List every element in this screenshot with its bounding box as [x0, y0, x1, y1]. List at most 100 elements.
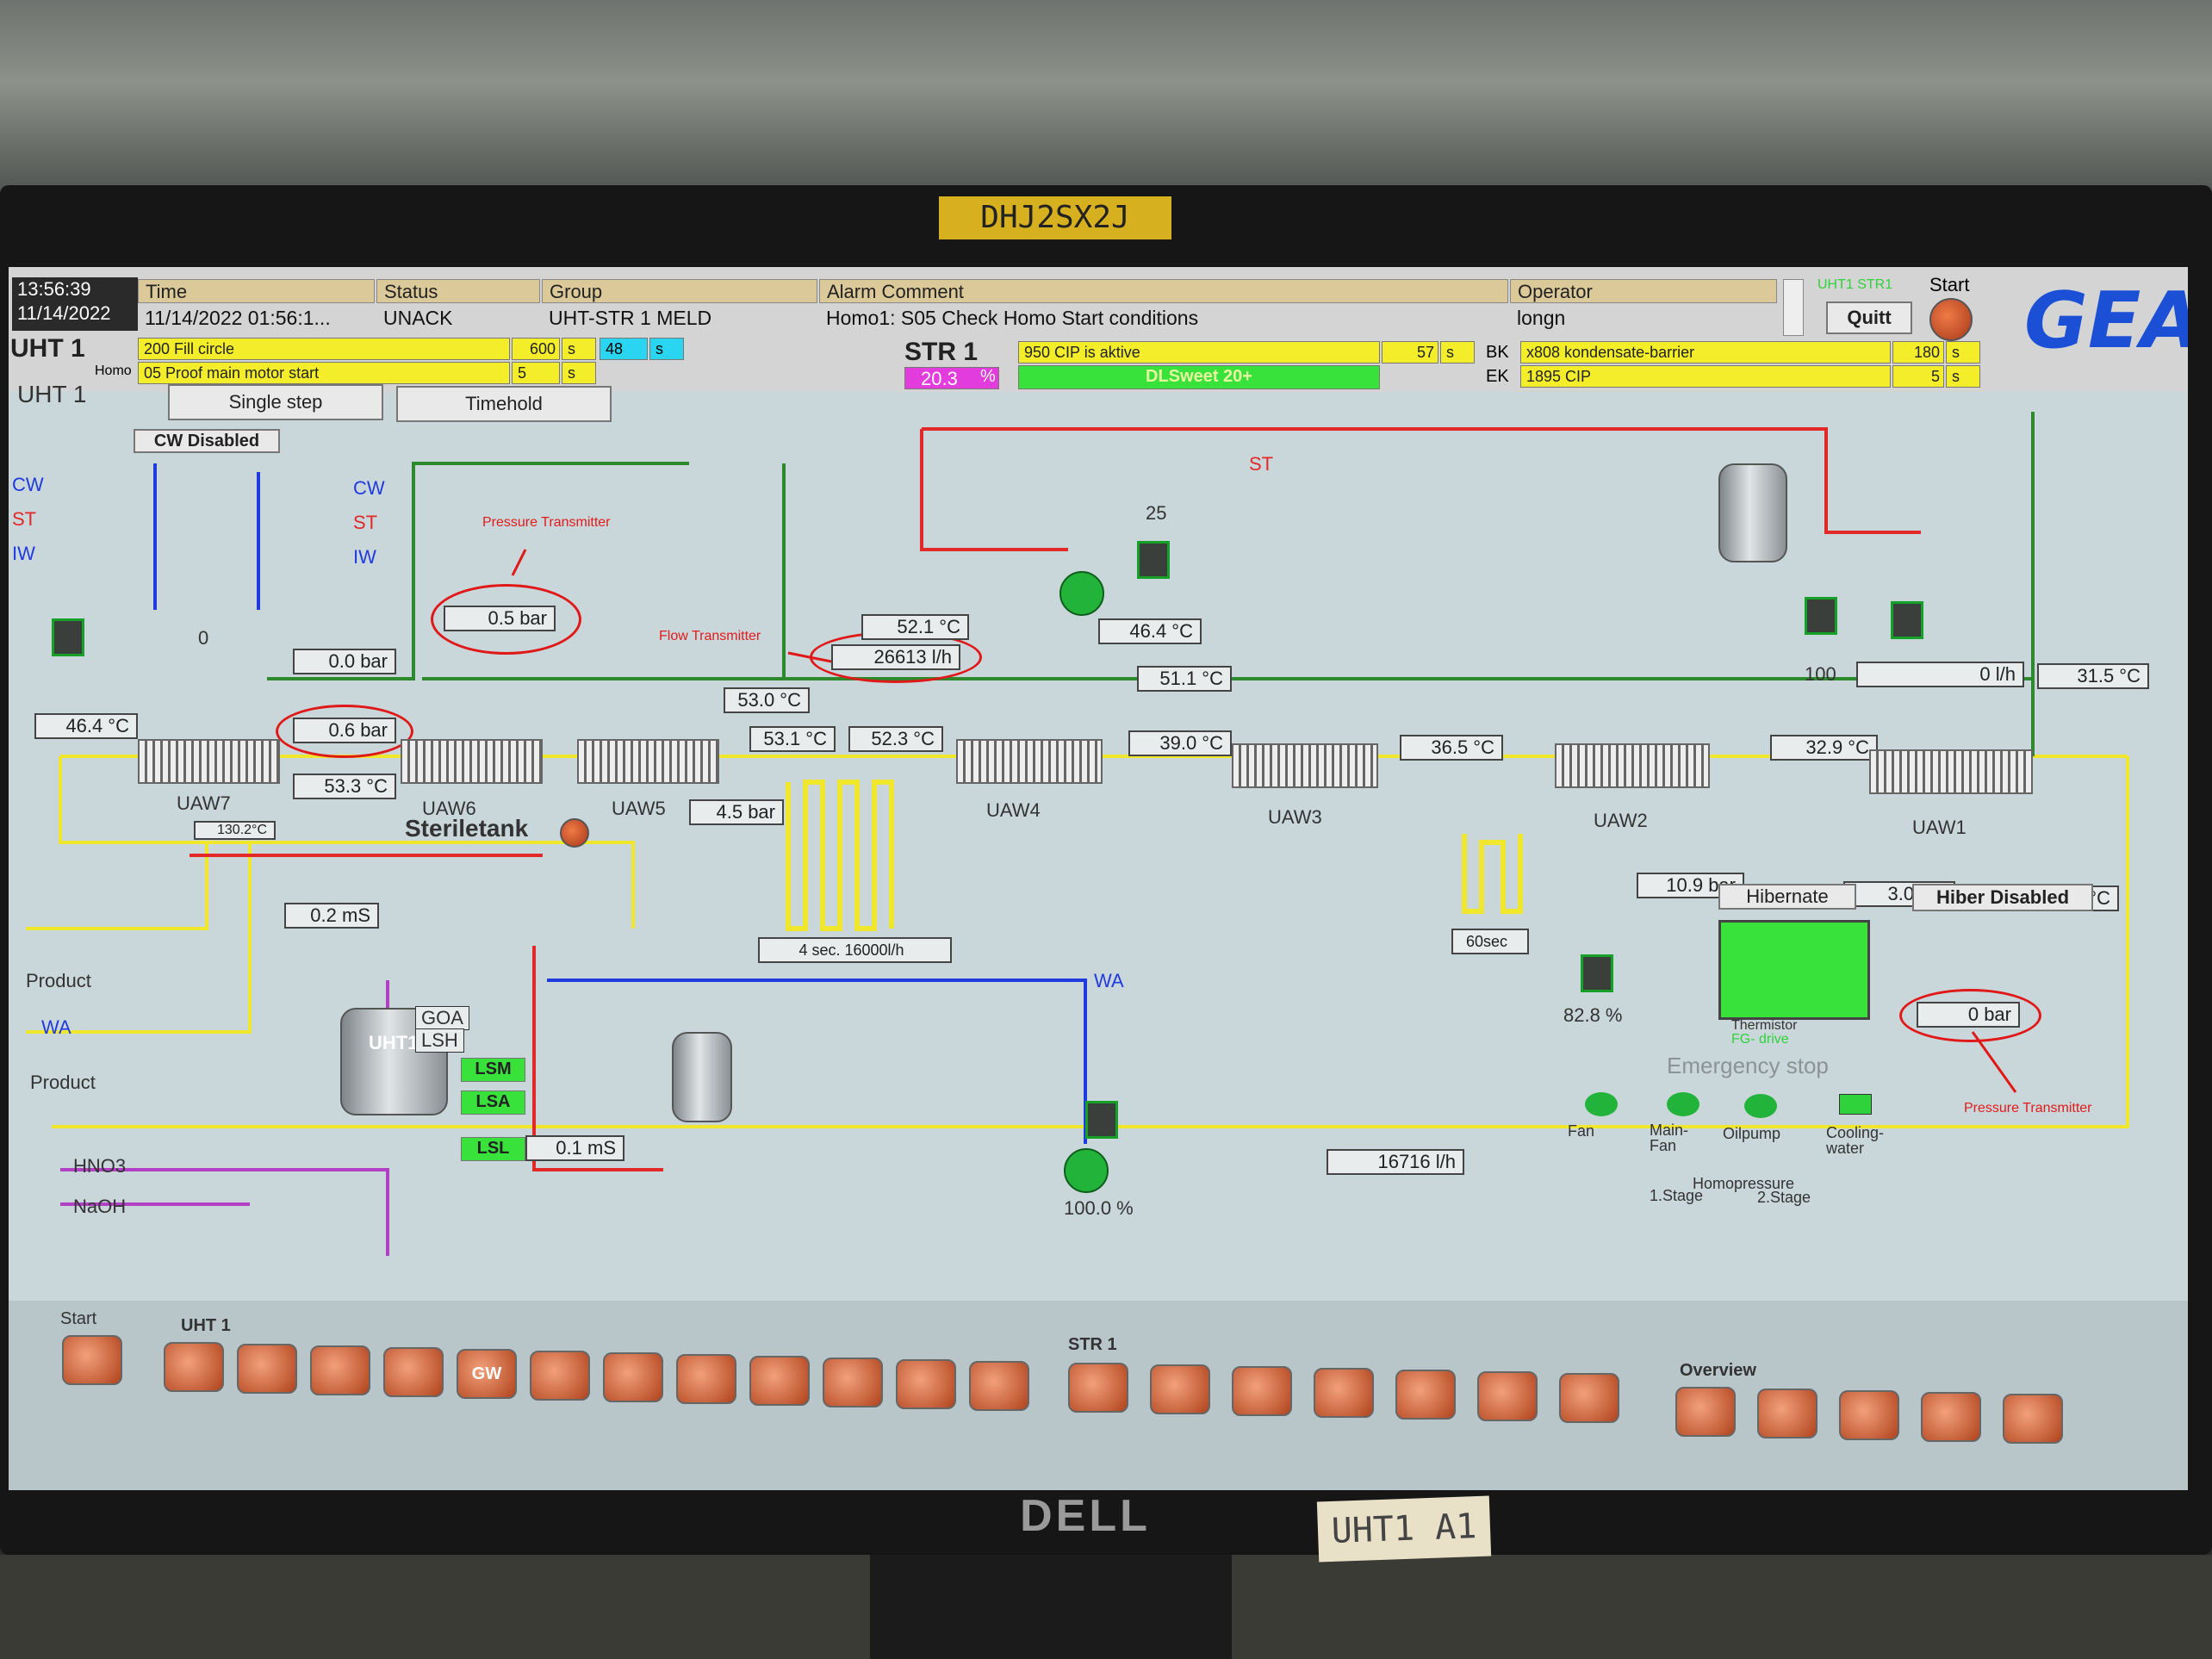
col-time[interactable]: Time — [138, 279, 375, 303]
uht1-nav-button-11[interactable] — [896, 1359, 956, 1409]
hiber-disabled-badge[interactable]: Hiber Disabled — [1912, 884, 2093, 911]
reading-t-52-3[interactable]: 52.3 °C — [848, 726, 943, 752]
str1-nav-button-2[interactable] — [1150, 1364, 1210, 1414]
col-group[interactable]: Group — [542, 279, 817, 303]
alarm-comment[interactable]: Homo1: S05 Check Homo Start conditions — [819, 305, 1508, 331]
start-button[interactable] — [1929, 298, 1973, 341]
exchanger-uaw1[interactable] — [1869, 749, 2033, 794]
homogenizer-icon[interactable] — [1718, 920, 1870, 1020]
hno3-label: HNO3 — [73, 1155, 127, 1177]
steam-label: ST — [1249, 453, 1274, 475]
reading-t-51-1[interactable]: 51.1 °C — [1137, 666, 1232, 692]
uht1-nav-button-12[interactable] — [969, 1361, 1029, 1411]
uht1-nav-button-10[interactable] — [823, 1358, 883, 1407]
exchanger-uaw7-label: UAW7 — [177, 792, 231, 814]
ek-step: 1895 CIP — [1520, 365, 1891, 388]
exchanger-uaw4[interactable] — [956, 739, 1103, 784]
exchanger-uaw7[interactable] — [138, 739, 280, 784]
col-alarm-comment[interactable]: Alarm Comment — [819, 279, 1508, 303]
alarm-group[interactable]: UHT-STR 1 MELD — [542, 305, 817, 331]
reading-t-52-1[interactable]: 52.1 °C — [861, 614, 969, 640]
reading-p-uaw6[interactable]: 0.6 bar — [293, 718, 396, 743]
reading-p-uaw7[interactable]: 0.5 bar — [444, 606, 556, 631]
controller-icon-1[interactable] — [52, 618, 84, 656]
overview-nav-button-5[interactable] — [2003, 1394, 2063, 1444]
single-step-button[interactable]: Single step — [168, 384, 383, 420]
str1-nav-button-6[interactable] — [1477, 1371, 1538, 1421]
reading-t-31-5[interactable]: 31.5 °C — [2037, 663, 2149, 689]
steriletank-button[interactable] — [560, 818, 589, 848]
controller-icon-2[interactable] — [1137, 541, 1170, 579]
uht1-nav-button-8[interactable] — [676, 1354, 736, 1404]
uht1-nav-button-3[interactable] — [310, 1345, 370, 1395]
exchanger-uaw6[interactable] — [401, 739, 543, 784]
reading-flow-16716[interactable]: 16716 l/h — [1327, 1149, 1464, 1175]
reading-t-36-5[interactable]: 36.5 °C — [1400, 735, 1503, 761]
emergency-stop-label: Emergency stop — [1667, 1053, 1829, 1078]
bottom-start-label: Start — [60, 1309, 97, 1328]
uht1-nav-button-1[interactable] — [164, 1342, 224, 1392]
str1-nav-button-7[interactable] — [1559, 1373, 1619, 1423]
uht1-nav-button-7[interactable] — [603, 1352, 663, 1402]
quit-button[interactable]: Quitt — [1826, 301, 1912, 334]
bk-step: x808 kondensate-barrier — [1520, 341, 1891, 363]
vessel-lower[interactable] — [672, 1032, 732, 1122]
uht1-nav-button-2[interactable] — [237, 1344, 297, 1394]
vessel-top-right[interactable] — [1718, 463, 1787, 562]
reading-p-0[interactable]: 0 bar — [1917, 1002, 2020, 1028]
overview-nav-button-2[interactable] — [1757, 1389, 1817, 1438]
reading-flow-0[interactable]: 0 l/h — [1856, 662, 2024, 687]
reading-t-53-3[interactable]: 53.3 °C — [293, 774, 396, 799]
uht1-nav-button-gw[interactable]: GW — [457, 1349, 517, 1399]
pump-upper[interactable] — [1059, 571, 1104, 616]
overview-nav-button-3[interactable] — [1839, 1390, 1899, 1440]
reading-holding[interactable]: 4 sec. 16000l/h — [758, 937, 952, 963]
timehold-button[interactable]: Timehold — [396, 386, 612, 422]
reading-cond-02[interactable]: 0.2 mS — [284, 903, 379, 929]
reading-t-53-0[interactable]: 53.0 °C — [724, 687, 810, 713]
overview-nav-button-1[interactable] — [1675, 1387, 1736, 1437]
str1-nav-button-5[interactable] — [1395, 1370, 1456, 1420]
asset-sticker: DHJ2SX2J — [939, 196, 1171, 239]
uht1-nav-button-6[interactable] — [530, 1351, 590, 1401]
overview-nav-button-4[interactable] — [1921, 1392, 1981, 1442]
controller-icon-6[interactable] — [1085, 1101, 1118, 1139]
reading-p-4-5[interactable]: 4.5 bar — [689, 799, 784, 825]
controller-icon-3[interactable] — [1805, 597, 1837, 635]
monitor-brand-logo: DELL — [1020, 1491, 1151, 1541]
naoh-label: NaOH — [73, 1196, 127, 1217]
str1-nav-button-3[interactable] — [1232, 1366, 1292, 1416]
alarm-time[interactable]: 11/14/2022 01:56:1... — [138, 305, 375, 331]
exchanger-uaw3[interactable] — [1232, 743, 1378, 788]
controller-icon-5[interactable] — [1581, 954, 1613, 992]
str1-nav-button-4[interactable] — [1314, 1368, 1374, 1418]
uht1-nav-button-4[interactable] — [383, 1347, 444, 1397]
reading-flow-26613[interactable]: 26613 l/h — [831, 644, 960, 670]
reading-60sec[interactable]: 60sec — [1451, 929, 1529, 954]
media-left-cw: CW — [12, 474, 44, 495]
hibernate-button[interactable]: Hibernate — [1718, 884, 1856, 910]
reading-cond-01[interactable]: 0.1 mS — [525, 1135, 624, 1161]
alarm-status[interactable]: UNACK — [376, 305, 540, 331]
str1-nav-button-1[interactable] — [1068, 1363, 1128, 1413]
cw-disabled-badge[interactable]: CW Disabled — [134, 429, 280, 453]
exchanger-uaw2[interactable] — [1555, 743, 1710, 788]
alarm-operator[interactable]: longn — [1510, 305, 1777, 331]
bottom-start-button[interactable] — [62, 1335, 122, 1385]
alarm-table[interactable]: Time Status Group Alarm Comment Operator… — [138, 279, 1792, 334]
col-status[interactable]: Status — [376, 279, 540, 303]
reading-t-130[interactable]: 130.2°C — [194, 821, 276, 840]
reading-t-53-1[interactable]: 53.1 °C — [749, 726, 836, 752]
alarm-scrollbar[interactable] — [1783, 279, 1804, 336]
exchanger-uaw5[interactable] — [577, 739, 719, 784]
reading-t-46-4[interactable]: 46.4 °C — [1098, 618, 1202, 644]
controller-icon-4[interactable] — [1891, 601, 1923, 639]
uht1-nav-button-9[interactable] — [749, 1356, 810, 1406]
reading-t-32-9[interactable]: 32.9 °C — [1770, 735, 1878, 761]
reading-p-uaw7b[interactable]: 0.0 bar — [293, 649, 396, 674]
reading-t-left[interactable]: 46.4 °C — [34, 713, 138, 739]
reading-t-39-0[interactable]: 39.0 °C — [1128, 730, 1232, 756]
col-operator[interactable]: Operator — [1510, 279, 1777, 303]
stage1-label: 1.Stage — [1650, 1187, 1704, 1204]
pump-lower[interactable] — [1064, 1148, 1109, 1193]
